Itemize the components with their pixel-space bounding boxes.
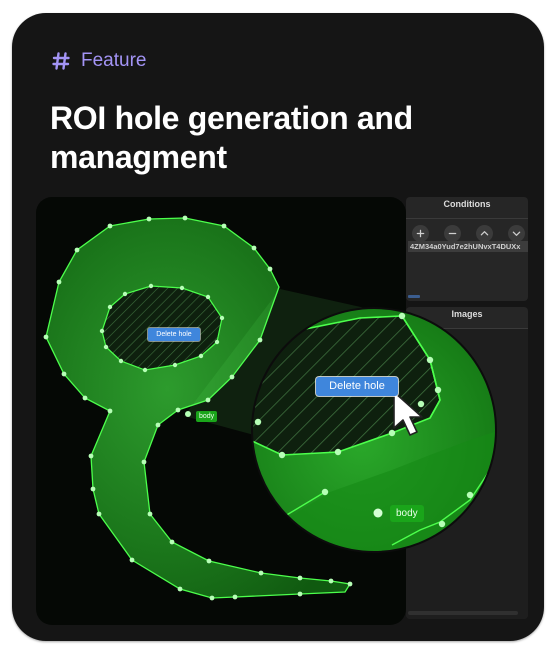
image-canvas[interactable] <box>36 197 406 625</box>
conditions-panel-title: Conditions <box>443 199 491 209</box>
remove-condition-button[interactable] <box>444 225 461 242</box>
hash-icon <box>52 52 70 70</box>
chevron-up-icon <box>480 231 489 236</box>
plus-icon <box>416 229 425 238</box>
body-label-zoomed: body <box>390 505 424 522</box>
scrollbar[interactable] <box>408 295 420 298</box>
add-condition-button[interactable] <box>412 225 429 242</box>
images-panel-title: Images <box>451 309 483 319</box>
move-up-button[interactable] <box>476 225 493 242</box>
feature-card: Feature ROI hole generation and managmen… <box>12 13 544 641</box>
conditions-panel: Conditions 4ZM34a0Yud7e2hUNvxT4DUXx <box>406 197 528 301</box>
delete-hole-button-zoomed[interactable]: Delete hole <box>316 377 398 396</box>
page-title: ROI hole generation and managment <box>50 100 413 175</box>
images-panel: Images <box>406 307 528 619</box>
feature-tag: Feature <box>51 50 146 72</box>
body-label: body <box>196 411 218 422</box>
scrollbar[interactable] <box>408 611 518 615</box>
feature-tag-label: Feature <box>81 50 147 71</box>
move-down-button[interactable] <box>508 225 525 242</box>
panel-divider <box>406 218 528 219</box>
delete-hole-button[interactable]: Delete hole <box>148 328 200 341</box>
condition-list-item[interactable]: 4ZM34a0Yud7e2hUNvxT4DUXx <box>408 241 528 252</box>
chevron-down-icon <box>512 231 521 236</box>
images-list[interactable] <box>406 329 528 619</box>
minus-icon <box>448 232 457 235</box>
